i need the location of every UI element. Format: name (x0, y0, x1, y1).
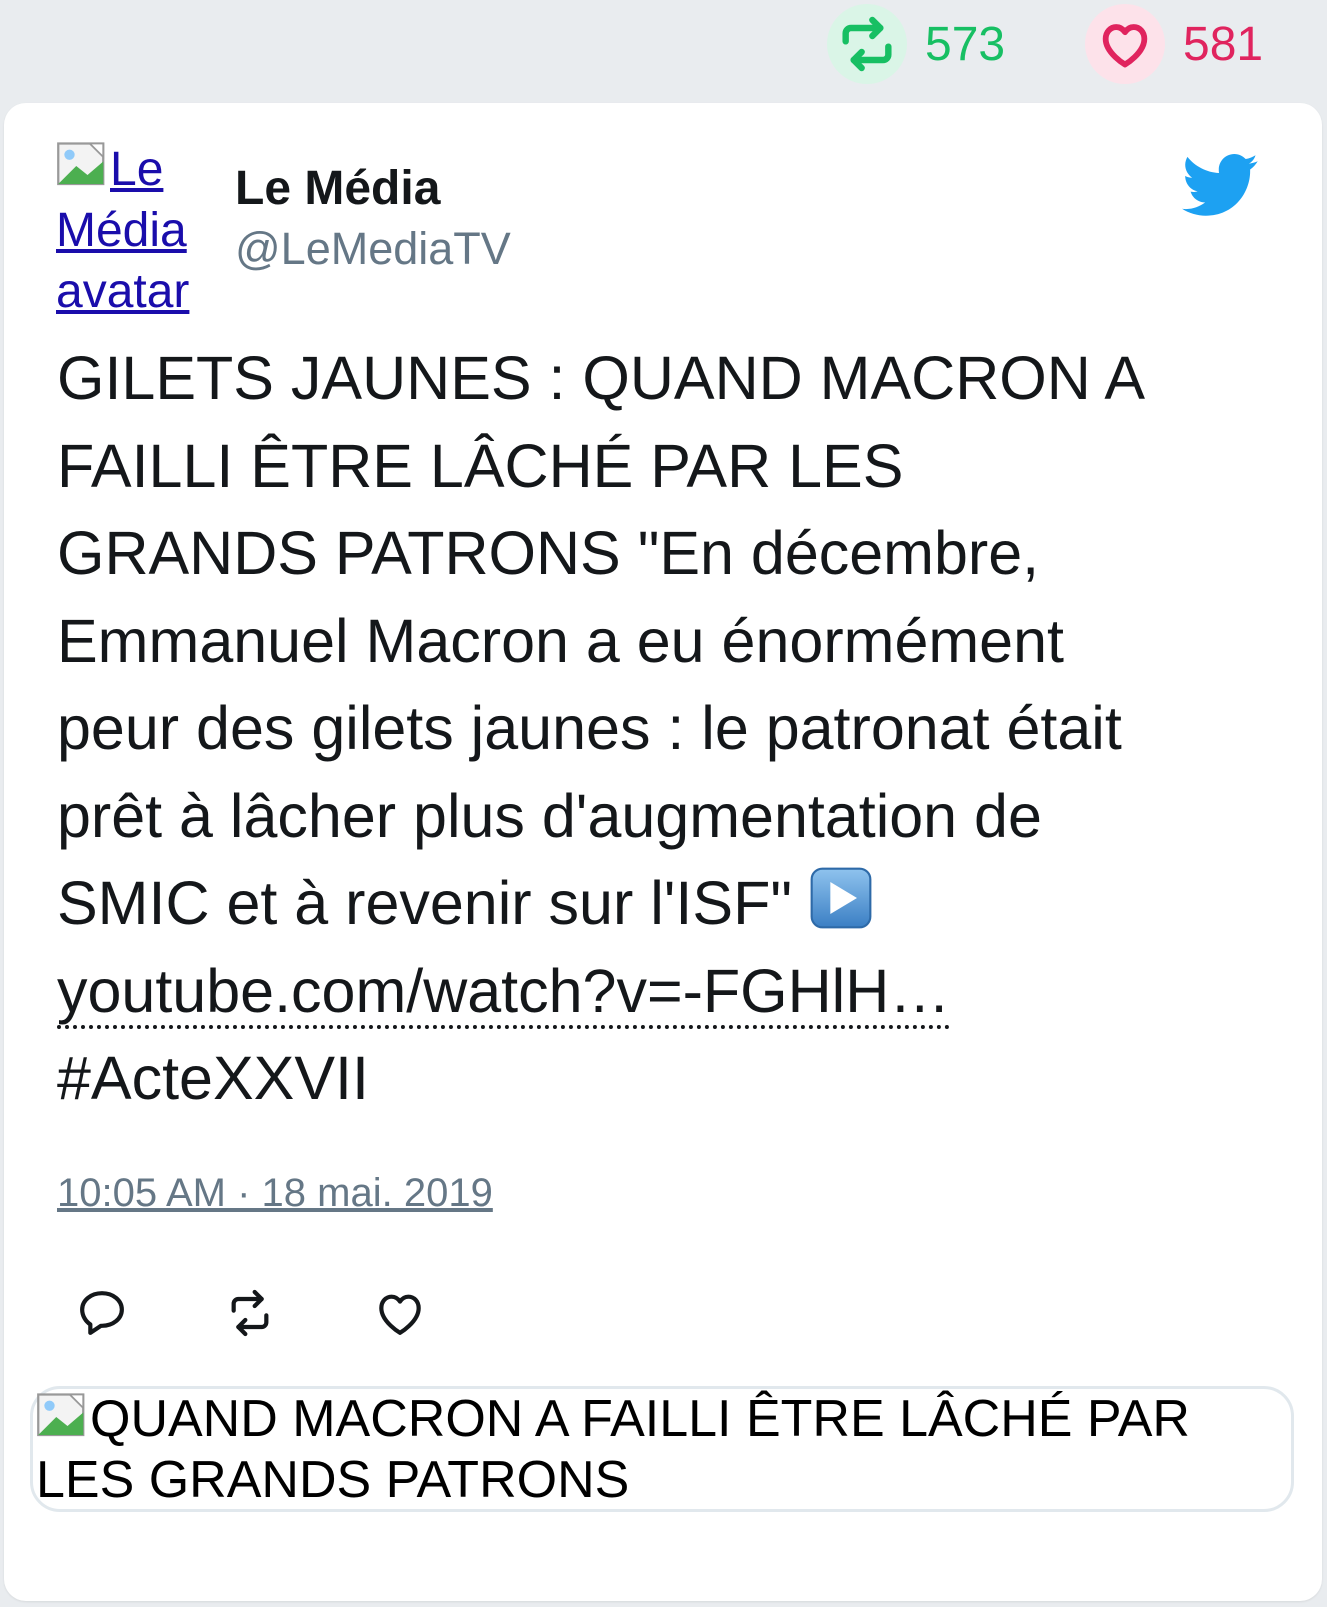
avatar[interactable]: Le Média avatar (56, 139, 216, 322)
retweet-icon[interactable] (222, 1285, 278, 1341)
retweet-count: 573 (925, 17, 1006, 71)
broken-image-icon (37, 1393, 85, 1437)
like-stat[interactable]: 581 (1085, 4, 1263, 84)
tweet-card: Le Média avatar Le Média @LeMediaTV GILE… (4, 103, 1322, 1601)
retweet-stat[interactable]: 573 (827, 4, 1005, 84)
author-handle[interactable]: @LeMediaTV (235, 223, 511, 275)
tweet-text-line: prêt à lâcher plus d'augmentation de (57, 781, 1042, 850)
hashtag[interactable]: #ActeXXVII (57, 1035, 1287, 1123)
reply-icon[interactable] (74, 1285, 130, 1341)
tweet-text-line: GILETS JAUNES : QUAND MACRON A (57, 344, 1146, 412)
like-count: 581 (1183, 17, 1264, 71)
tweet-text-last-line: SMIC et à revenir sur l'ISF" (57, 860, 1287, 948)
heart-icon[interactable] (372, 1285, 428, 1341)
tweet-text-line: FAILLI ÊTRE LÂCHÉ PAR LES (57, 431, 904, 500)
tweet-timestamp[interactable]: 10:05 AM · 18 mai. 2019 (57, 1171, 493, 1216)
link-preview-title: QUAND MACRON A FAILLI ÊTRE LÂCHÉ PAR LES… (36, 1390, 1190, 1509)
tweet-link-line: youtube.com/watch?v=-FGHlH… (57, 948, 1287, 1036)
link-preview-card[interactable]: QUAND MACRON A FAILLI ÊTRE LÂCHÉ PAR LES… (30, 1386, 1294, 1512)
broken-image-icon (57, 142, 105, 186)
youtube-link[interactable]: youtube.com/watch?v=-FGHlH… (57, 956, 951, 1029)
link-preview-text: QUAND MACRON A FAILLI ÊTRE LÂCHÉ PAR LES… (36, 1389, 1298, 1511)
retweet-icon (827, 4, 907, 84)
tweet-text-line: GRANDS PATRONS "En décembre, (57, 519, 1040, 587)
heart-icon (1085, 4, 1165, 84)
play-button-emoji (810, 867, 872, 929)
twitter-bird-icon[interactable] (1174, 147, 1268, 223)
tweet-stats-bar: 573 581 (0, 0, 1327, 90)
tweet-text: GILETS JAUNES : QUAND MACRON A FAILLI ÊT… (57, 335, 1287, 1123)
author-name[interactable]: Le Média (235, 161, 440, 216)
tweet-text-line: Emmanuel Macron a eu énormément (57, 606, 1064, 675)
tweet-text-line: SMIC et à revenir sur l'ISF" (57, 869, 809, 937)
tweet-text-line: peur des gilets jaunes : le patronat éta… (57, 694, 1122, 762)
